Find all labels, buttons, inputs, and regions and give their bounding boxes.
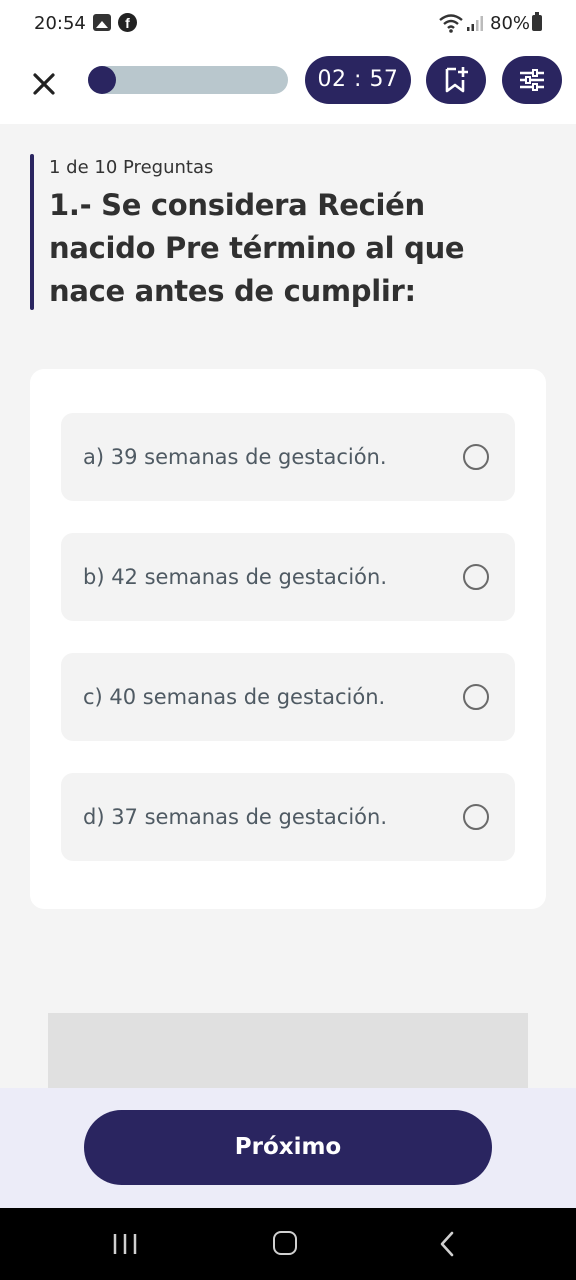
option-d[interactable]: d) 37 semanas de gestación. [61,773,515,861]
ad-placeholder [48,1013,528,1088]
option-label: b) 42 semanas de gestación. [83,565,388,589]
home-icon[interactable] [273,1231,297,1255]
options-card: a) 39 semanas de gestación. b) 42 semana… [30,369,546,909]
quiz-content: 1 de 10 Preguntas 1.- Se considera Recié… [0,124,576,1088]
radio-button[interactable] [463,564,489,590]
close-icon[interactable] [26,66,62,102]
radio-button[interactable] [463,804,489,830]
radio-button[interactable] [463,684,489,710]
status-bar: 20:54 f 80% [0,0,576,48]
settings-button[interactable] [502,56,562,104]
signal-icon [467,16,483,31]
status-time: 20:54 [34,13,86,34]
option-a[interactable]: a) 39 semanas de gestación. [61,413,515,501]
back-icon[interactable] [438,1230,456,1258]
question-text: 1.- Se considera Recién nacido Pre térmi… [49,188,465,308]
radio-button[interactable] [463,444,489,470]
battery-level: 80% [490,13,531,34]
option-label: a) 39 semanas de gestación. [83,445,387,469]
gallery-icon [93,14,111,31]
option-label: d) 37 semanas de gestación. [83,805,388,829]
timer-badge: 02 : 57 [305,56,411,104]
next-button[interactable]: Próximo [84,1110,492,1185]
option-c[interactable]: c) 40 semanas de gestación. [61,653,515,741]
facebook-icon: f [118,13,137,32]
wifi-icon [439,14,463,33]
recents-icon[interactable] [112,1232,138,1256]
question-block: 1 de 10 Preguntas 1.- Se considera Recié… [30,154,540,310]
quiz-progress-bar [88,66,288,94]
question-counter: 1 de 10 Preguntas [49,157,214,178]
bookmark-add-icon [445,67,468,93]
battery-icon [532,12,542,31]
system-nav-bar [0,1208,576,1280]
option-label: c) 40 semanas de gestación. [83,685,386,709]
quiz-progress-fill [88,66,116,94]
footer: Próximo [0,1088,576,1208]
option-b[interactable]: b) 42 semanas de gestación. [61,533,515,621]
bookmark-button[interactable] [426,56,486,104]
quiz-header: 02 : 57 [0,48,576,124]
question-accent-bar [30,154,34,310]
sliders-icon [520,69,544,91]
